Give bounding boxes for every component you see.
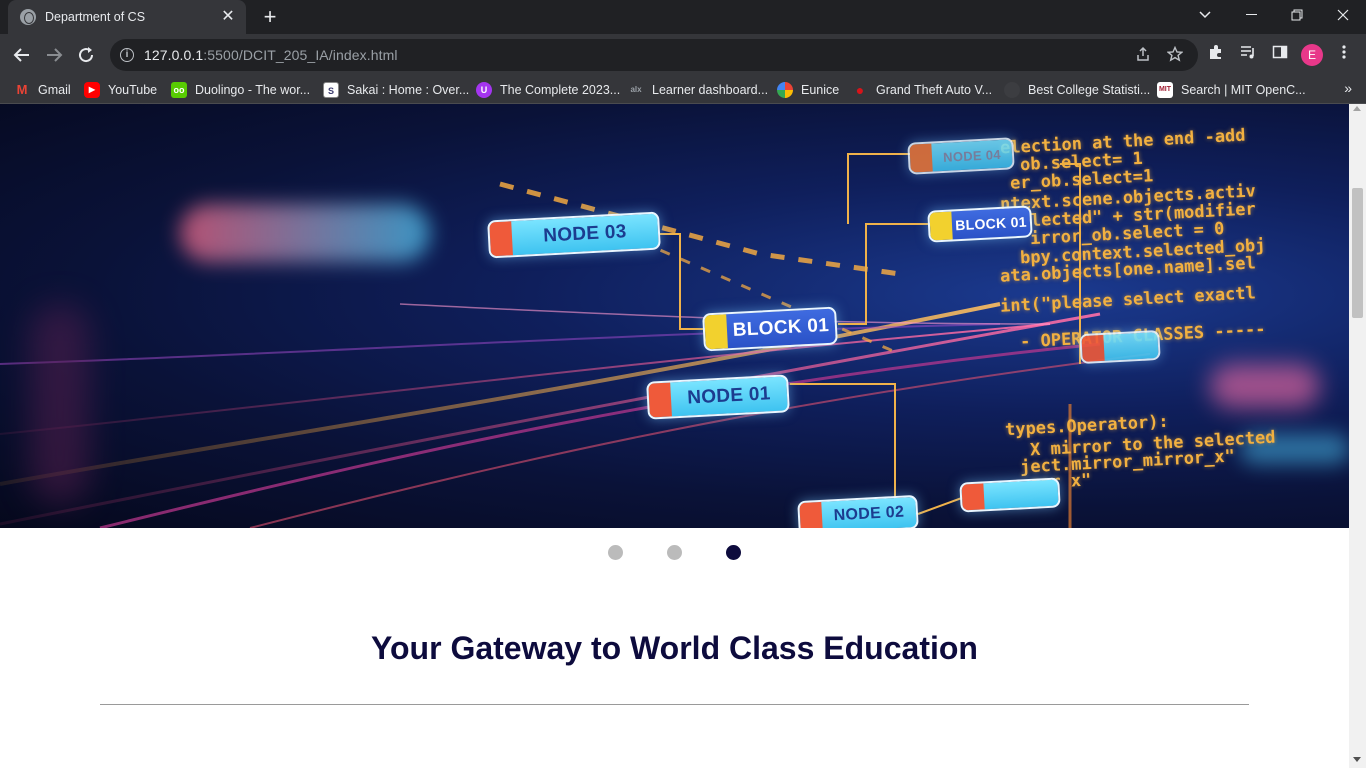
bookmarks-bar: M Gmail ▶ YouTube oo Duolingo - The wor.… <box>0 76 1366 104</box>
media-controls-icon[interactable] <box>1237 44 1259 66</box>
bookmark-label: Learner dashboard... <box>652 83 769 97</box>
gmail-icon: M <box>16 82 28 97</box>
photos-icon <box>777 82 793 98</box>
bookmark-gta[interactable]: ● Grand Theft Auto V... <box>852 81 992 99</box>
node-blurred-right <box>1079 329 1161 365</box>
block-01-small: BLOCK 01 <box>927 205 1033 243</box>
node-01: NODE 01 <box>646 374 790 420</box>
tab-title: Department of CS <box>45 10 146 24</box>
page-viewport: election at the end -add ob.select= 1 er… <box>0 104 1366 768</box>
bookmark-label: Gmail <box>38 83 71 97</box>
bookmark-alx[interactable]: alx Learner dashboard... <box>628 81 768 99</box>
carousel-dot-3[interactable] <box>726 545 741 560</box>
gta-icon: ● <box>855 82 865 98</box>
profile-avatar[interactable]: E <box>1301 44 1323 66</box>
extensions-icon[interactable] <box>1205 44 1227 66</box>
hero-carousel-slide: election at the end -add ob.select= 1 er… <box>0 104 1349 528</box>
page-headline: Your Gateway to World Class Education <box>371 630 978 666</box>
bookmark-duolingo[interactable]: oo Duolingo - The wor... <box>171 81 310 99</box>
duolingo-icon: oo <box>171 82 187 98</box>
browser-tab-active[interactable]: Department of CS ✕ <box>8 0 246 34</box>
reload-button[interactable] <box>72 41 100 69</box>
globe-icon <box>20 9 36 25</box>
restore-icon[interactable] <box>1274 0 1320 30</box>
forward-button[interactable] <box>40 41 68 69</box>
youtube-icon: ▶ <box>84 82 100 98</box>
sakai-icon: S <box>323 82 339 98</box>
bookmark-mit-ocw[interactable]: MIT Search | MIT OpenC... <box>1157 81 1306 99</box>
carousel-dot-1[interactable] <box>608 545 623 560</box>
bookmarks-overflow-button[interactable]: » <box>1344 80 1352 96</box>
bookmark-label: YouTube <box>108 83 158 97</box>
globe-icon <box>1004 82 1020 98</box>
bookmark-label: Sakai : Home : Over... <box>347 83 470 97</box>
scrollbar-thumb[interactable] <box>1352 188 1363 318</box>
share-icon[interactable] <box>1134 46 1152 64</box>
section-divider <box>100 704 1249 705</box>
bookmark-eunice[interactable]: Eunice <box>777 81 839 99</box>
alx-icon: alx <box>630 85 642 94</box>
back-button[interactable] <box>8 41 36 69</box>
tab-search-icon[interactable] <box>1182 0 1228 30</box>
bookmark-label: The Complete 2023... <box>500 83 621 97</box>
bookmark-college-stats[interactable]: Best College Statisti... <box>1004 81 1150 99</box>
bookmark-youtube[interactable]: ▶ YouTube <box>84 81 157 99</box>
bookmark-sakai[interactable]: S Sakai : Home : Over... <box>323 81 469 99</box>
minimize-icon[interactable] <box>1228 0 1274 30</box>
udemy-icon: U <box>476 82 492 98</box>
bookmark-label: Search | MIT OpenC... <box>1181 83 1306 97</box>
mit-ocw-icon: MIT <box>1157 82 1173 98</box>
site-info-icon[interactable]: i <box>120 48 134 62</box>
scroll-down-arrow-icon[interactable] <box>1353 757 1361 762</box>
close-tab-icon[interactable]: ✕ <box>220 9 236 25</box>
node-blurred-bottom <box>959 477 1061 513</box>
new-tab-button[interactable]: + <box>258 4 282 30</box>
page-scrollbar[interactable] <box>1349 104 1366 768</box>
bookmark-label: Best College Statisti... <box>1028 83 1151 97</box>
node-04: NODE 04 <box>907 137 1015 175</box>
bookmark-label: Duolingo - The wor... <box>195 83 311 97</box>
close-window-icon[interactable] <box>1320 0 1366 30</box>
node-02: NODE 02 <box>797 494 919 528</box>
block-01: BLOCK 01 <box>702 306 838 352</box>
bookmark-label: Eunice <box>801 83 840 97</box>
side-panel-icon[interactable] <box>1269 44 1291 66</box>
blurred-node-left <box>180 204 430 262</box>
bookmark-star-icon[interactable] <box>1166 45 1184 64</box>
url-text[interactable]: 127.0.0.1:5500/DCIT_205_IA/index.html <box>144 47 398 63</box>
blurred-node-right <box>1210 364 1320 408</box>
browser-toolbar: i 127.0.0.1:5500/DCIT_205_IA/index.html … <box>0 34 1366 76</box>
carousel-dot-2[interactable] <box>667 545 682 560</box>
kebab-menu-icon[interactable] <box>1333 44 1355 66</box>
bookmark-gmail[interactable]: M Gmail <box>14 81 71 99</box>
scroll-up-arrow-icon[interactable] <box>1353 106 1361 111</box>
browser-titlebar: Department of CS ✕ + <box>0 0 1366 34</box>
bookmark-label: Grand Theft Auto V... <box>876 83 993 97</box>
address-bar[interactable]: i 127.0.0.1:5500/DCIT_205_IA/index.html <box>110 39 1198 71</box>
bookmark-udemy[interactable]: U The Complete 2023... <box>476 81 620 99</box>
blurred-edge-left <box>30 304 90 504</box>
